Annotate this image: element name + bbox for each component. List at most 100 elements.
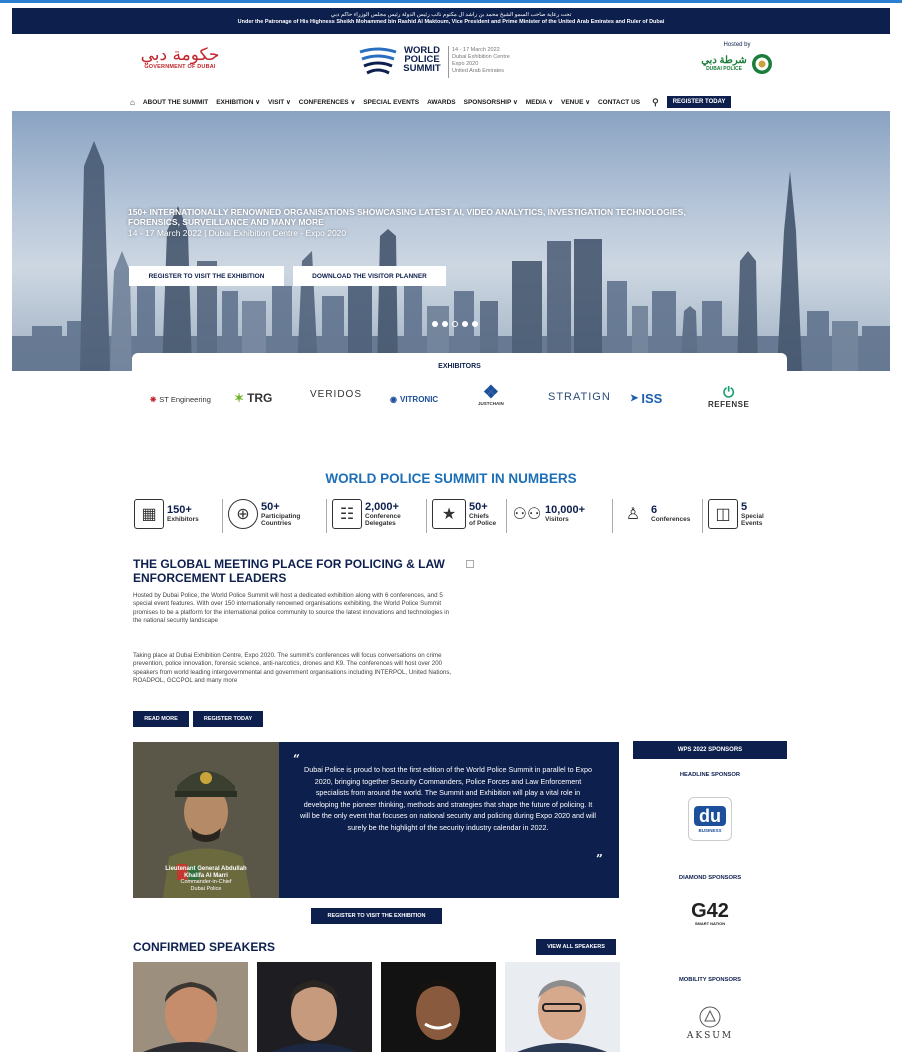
gov-logo-english: GOVERNMENT OF DUBAI: [144, 64, 216, 70]
speaker-card-2[interactable]: [257, 962, 372, 1052]
hosted-by-dubai-police[interactable]: Hosted by شرطة دبي DUBAI POLICE: [692, 42, 782, 75]
nav-item-special-events[interactable]: SPECIAL EVENTS: [363, 99, 419, 106]
commander-photo: Lieutenant General Abdullah Khalifa Al M…: [133, 742, 279, 898]
commander-quote: Lieutenant General Abdullah Khalifa Al M…: [133, 742, 619, 898]
commander-caption: Lieutenant General Abdullah Khalifa Al M…: [133, 866, 279, 892]
exhibitor-logos: ❋ ST Engineering ✶ TRG VERIDOS ◉ VITRONI…: [132, 383, 787, 423]
headline-sponsor-label: HEADLINE SPONSOR: [679, 772, 741, 778]
slider-dots: [432, 321, 478, 327]
dubai-police-arabic: شرطة دبي: [701, 55, 747, 66]
nav-register-button[interactable]: REGISTER TODAY: [666, 96, 732, 108]
stat-divider: [326, 499, 327, 533]
globe-icon: ⊕: [228, 499, 258, 529]
numbers-strip: ▦ 150+ Exhibitors ⊕ 50+ Participating Count…: [134, 497, 784, 539]
stat-countries: ⊕ 50+ Participating Countries: [228, 499, 300, 529]
speaker-photo-4: [505, 962, 620, 1052]
police-cap-icon: ★: [432, 499, 466, 529]
dubai-police-english: DUBAI POLICE: [706, 66, 742, 72]
slider-dot-1[interactable]: [432, 321, 438, 327]
exhibitor-logo-trg[interactable]: ✶ TRG: [234, 391, 272, 405]
main-nav: ⌂ ABOUT THE SUMMIT EXHIBITION ∨ VISIT ∨ …: [130, 95, 732, 109]
view-all-speakers-button[interactable]: VIEW ALL SPEAKERS: [536, 939, 616, 955]
wps-waves-icon: [359, 47, 397, 75]
government-of-dubai-logo[interactable]: حكومة دبي GOVERNMENT OF DUBAI: [140, 46, 220, 70]
hero-slider: 150+ INTERNATIONALLY RENOWNED ORGANISATI…: [12, 111, 890, 371]
mobility-sponsors-label: MOBILITY SPONSORS: [678, 977, 742, 983]
hero-headline: 150+ INTERNATIONALLY RENOWNED ORGANISATI…: [128, 207, 686, 227]
slider-dot-5[interactable]: [472, 321, 478, 327]
world-police-summit-logo[interactable]: WORLD POLICE SUMMIT 14 - 17 March 2022 D…: [358, 42, 558, 82]
speaker-card-4[interactable]: [505, 962, 620, 1052]
slider-dot-4[interactable]: [462, 321, 468, 327]
event-stage-icon: ◫: [708, 499, 738, 529]
exhibitors-section: EXHIBITORS ❋ ST Engineering ✶ TRG VERIDO…: [132, 353, 787, 433]
refense-power-icon: ⏻: [723, 384, 735, 400]
nav-item-venue[interactable]: VENUE ∨: [561, 98, 590, 106]
exhibitor-logo-st-engineering[interactable]: ❋ ST Engineering: [150, 395, 211, 404]
speaker-card-3[interactable]: [381, 962, 496, 1052]
speaker-photo-3: [381, 962, 496, 1052]
nav-item-conferences[interactable]: CONFERENCES ∨: [299, 98, 355, 106]
aksum-logo[interactable]: AKSUM: [685, 997, 735, 1049]
wps-logo-divider: [448, 46, 449, 78]
about-register-button[interactable]: REGISTER TODAY: [193, 711, 263, 727]
register-visit-exhibition-button[interactable]: REGISTER TO VISIT THE EXHIBITION: [129, 266, 284, 286]
nav-item-exhibition[interactable]: EXHIBITION ∨: [216, 98, 260, 106]
wps-logo-text: WORLD POLICE SUMMIT: [403, 45, 441, 74]
conference-icon: ♙: [625, 506, 641, 523]
nav-item-awards[interactable]: AWARDS: [427, 99, 456, 106]
read-more-button[interactable]: READ MORE: [133, 711, 189, 727]
stat-conferences: ♙ 6 Conferences: [618, 499, 691, 529]
stat-divider: [612, 499, 613, 533]
site-header: حكومة دبي GOVERNMENT OF DUBAI WORLD POLI…: [12, 38, 890, 88]
visitors-icon: ⚇⚇: [512, 506, 542, 523]
du-business-logo[interactable]: du BUSINESS: [688, 797, 732, 841]
stat-chiefs: ★ 50+ Chiefs of Police: [432, 499, 496, 529]
exhibitor-logo-refense[interactable]: ⏻ REFENSE: [708, 385, 749, 409]
justchain-cubes-icon: ❖: [482, 382, 499, 402]
stat-delegates: ☷ 2,000+ Conference Delegates: [332, 499, 401, 529]
gov-logo-arabic: حكومة دبي: [140, 45, 220, 65]
sponsors-header: WPS 2022 SPONSORS: [633, 741, 787, 759]
about-paragraph-2: Taking place at Dubai Exhibition Centre,…: [133, 652, 452, 685]
speaker-photo-2: [257, 962, 372, 1052]
exhibitor-logo-stratign[interactable]: STRATIGN: [548, 391, 611, 403]
exhibitor-logo-vitronic[interactable]: ◉ VITRONIC: [390, 395, 438, 404]
exhibitor-logo-veridos[interactable]: VERIDOS: [310, 389, 362, 400]
quote-register-visit-button[interactable]: REGISTER TO VISIT THE EXHIBITION: [311, 908, 442, 924]
wps-event-info: 14 - 17 March 2022 Dubai Exhibition Cent…: [452, 47, 510, 74]
numbers-title: WORLD POLICE SUMMIT IN NUMBERS: [325, 471, 577, 486]
slider-dot-2[interactable]: [442, 321, 448, 327]
quote-text: Dubai Police is proud to host the first …: [299, 765, 597, 832]
trg-symbol-icon: ✶: [234, 391, 245, 405]
nav-item-sponsorship[interactable]: SPONSORSHIP ∨: [464, 98, 518, 106]
exhibitor-logo-justchain[interactable]: ❖ JUSTCHAIN: [478, 383, 504, 406]
stat-divider: [506, 499, 507, 533]
slider-dot-3[interactable]: [452, 321, 458, 327]
hero-dates: 14 - 17 March 2022 | Dubai Exhibition Ce…: [128, 228, 347, 238]
exhibitors-title: EXHIBITORS: [438, 363, 481, 370]
g42-logo[interactable]: G42 SMART NATION: [683, 896, 737, 930]
top-accent-line: [0, 0, 902, 3]
patronage-arabic: تحت رعاية صاحب السمو الشيخ محمد بن راشد …: [330, 12, 572, 18]
nav-item-contact[interactable]: CONTACT US: [598, 99, 640, 106]
search-icon[interactable]: ⚲: [652, 97, 659, 108]
patronage-english: Under the Patronage of His Highness Shei…: [237, 19, 665, 26]
speaker-card-1[interactable]: [133, 962, 248, 1052]
building-icon: ▦: [134, 499, 164, 529]
stat-divider: [702, 499, 703, 533]
about-paragraph-1: Hosted by Dubai Police, the World Police…: [133, 592, 450, 625]
download-visitor-planner-button[interactable]: DOWNLOAD THE VISITOR PLANNER: [293, 266, 446, 286]
iss-arrows-icon: ➤: [630, 393, 639, 404]
nav-item-about[interactable]: ABOUT THE SUMMIT: [143, 99, 208, 106]
exhibitor-logo-iss[interactable]: ➤ ISS: [630, 391, 662, 406]
nav-item-media[interactable]: MEDIA ∨: [526, 98, 553, 106]
stat-divider: [426, 499, 427, 533]
nav-item-visit[interactable]: VISIT ∨: [268, 98, 291, 106]
delegate-badge-icon: ☷: [332, 499, 362, 529]
vitronic-globe-icon: ◉: [390, 395, 397, 404]
home-icon[interactable]: ⌂: [130, 98, 135, 107]
speaker-photo-1: [133, 962, 248, 1052]
dubai-police-logo: شرطة دبي DUBAI POLICE: [692, 53, 782, 75]
dubai-police-emblem-icon: [751, 54, 772, 74]
